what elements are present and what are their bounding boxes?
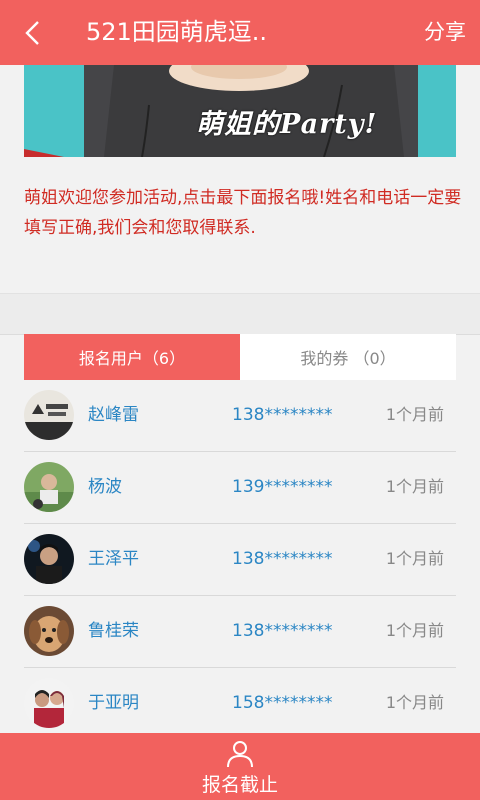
registrant-name: 王泽平 [88, 549, 139, 569]
list-item[interactable]: 鲁桂荣 138******** 1个月前 [24, 596, 456, 668]
registrant-time: 1个月前 [385, 477, 444, 496]
chevron-left-icon[interactable] [22, 20, 44, 46]
top-bar: 521田园萌虎逗.. 分享 [0, 0, 480, 65]
list-item[interactable]: 赵峰雷 138******** 1个月前 [24, 380, 456, 452]
tab-my-coupons[interactable]: 我的券 （0） [240, 334, 456, 380]
event-banner-image: 萌姐的Party! [24, 65, 456, 157]
registrant-phone: 138******** [232, 405, 333, 425]
share-button[interactable]: 分享 [424, 18, 466, 46]
registrant-time: 1个月前 [385, 693, 444, 712]
footer-label: 报名截止 [201, 774, 278, 796]
user-icon [227, 741, 253, 768]
registrant-phone: 138******** [232, 549, 333, 569]
avatar [24, 678, 74, 728]
avatar [24, 390, 74, 440]
list-item[interactable]: 杨波 139******** 1个月前 [24, 452, 456, 524]
registrant-phone: 139******** [232, 477, 333, 497]
page-title: 521田园萌虎逗.. [86, 18, 268, 46]
registrant-time: 1个月前 [385, 621, 444, 640]
registrant-time: 1个月前 [385, 549, 444, 568]
registrant-name: 于亚明 [88, 693, 139, 713]
registrant-name: 赵峰雷 [88, 405, 139, 425]
tab-bar: 报名用户（6） 我的券 （0） [24, 334, 456, 380]
registrant-name: 鲁桂荣 [88, 621, 139, 641]
registrant-phone: 158******** [232, 693, 333, 713]
banner-caption: 萌姐的Party! [196, 109, 378, 140]
registration-closed-button[interactable]: 报名截止 [0, 733, 480, 800]
registrant-time: 1个月前 [385, 405, 444, 424]
avatar [24, 462, 74, 512]
avatar [24, 534, 74, 584]
registrant-name: 杨波 [88, 477, 122, 497]
avatar [24, 606, 74, 656]
registrant-phone: 138******** [232, 621, 333, 641]
tab-registered-users[interactable]: 报名用户（6） [24, 334, 240, 380]
event-notice: 萌姐欢迎您参加活动,点击最下面报名哦!姓名和电话一定要填写正确,我们会和您取得联… [24, 188, 462, 238]
list-item[interactable]: 王泽平 138******** 1个月前 [24, 524, 456, 596]
registrant-list: 赵峰雷 138******** 1个月前 杨波 139******** 1个月前… [24, 380, 456, 740]
section-divider [0, 293, 480, 335]
list-item[interactable]: 于亚明 158******** 1个月前 [24, 668, 456, 740]
